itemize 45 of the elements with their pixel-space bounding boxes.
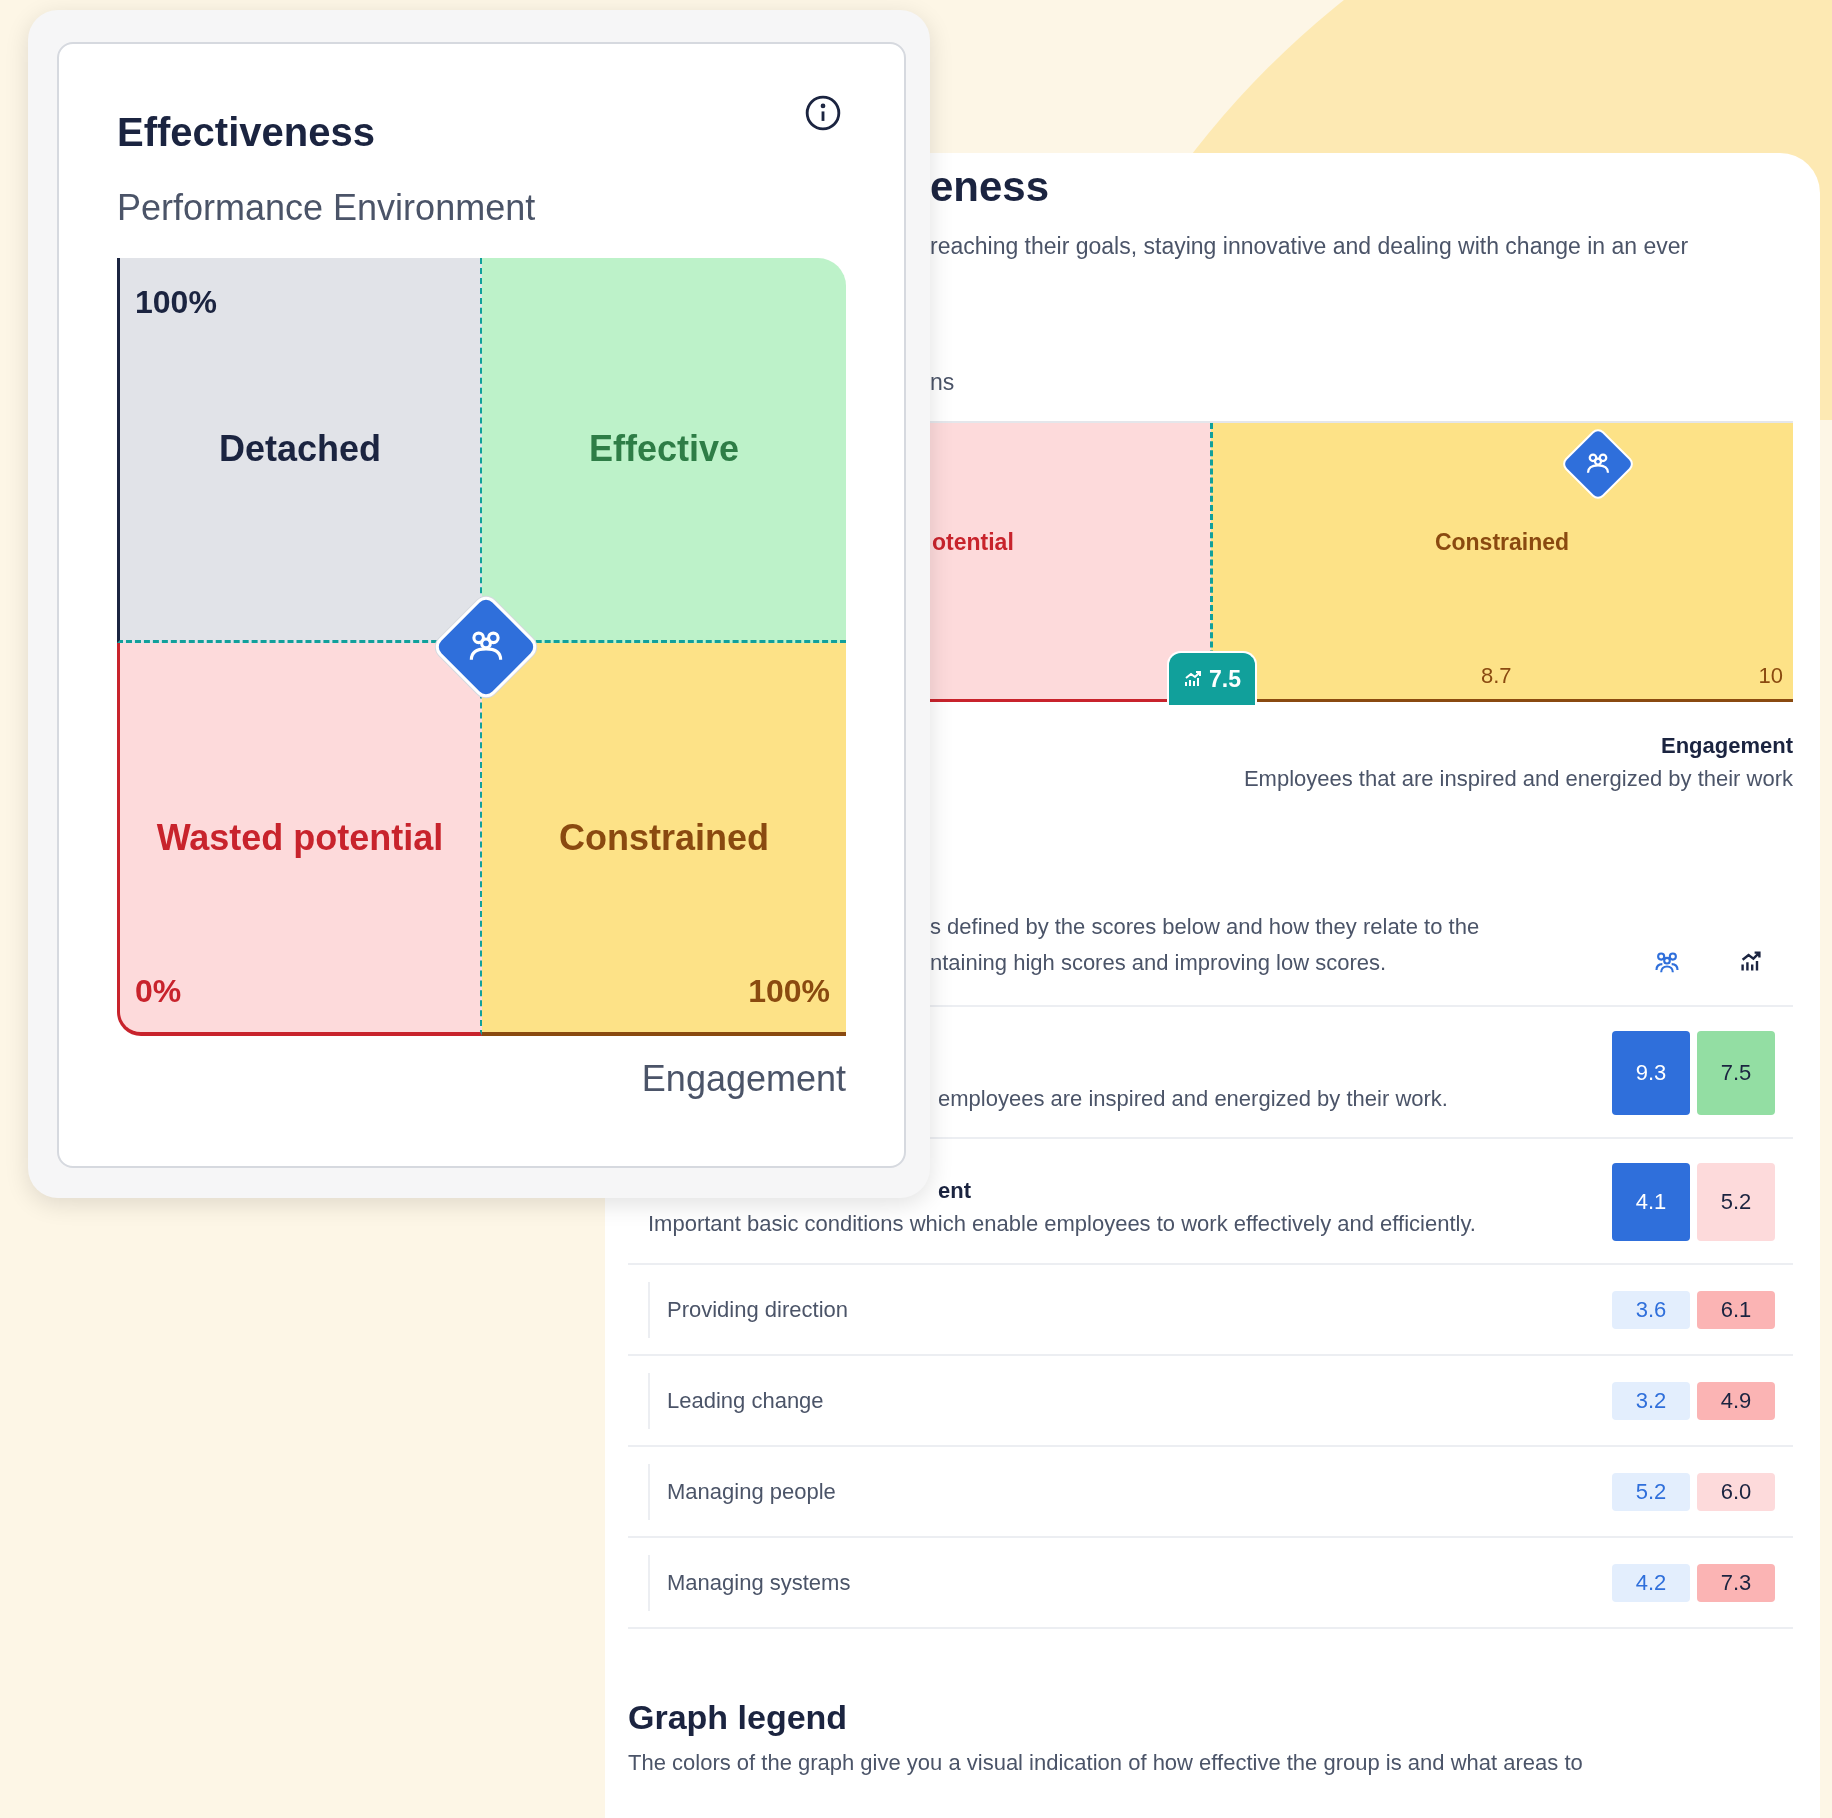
row-description: Important basic conditions which enable employees to work effectively and efficiently. [648,1210,1477,1238]
intro-text: ntaining high scores and improving low scores. [930,949,1388,977]
benchmark-badge: 7.5 [1167,651,1257,705]
quadrant-label: Effective [588,428,740,470]
score-cell: 3.6 [1612,1290,1690,1329]
card-title: Effectiveness [117,109,375,156]
score-cell: 5.2 [1697,1163,1775,1241]
row-label: Providing direction [648,1281,1605,1338]
zone-label: otential [932,529,1014,556]
score-cell: 6.0 [1697,1472,1775,1511]
row-description: employees are inspired and energized by their work. [938,1085,1449,1113]
score-cell: 7.5 [1697,1031,1775,1115]
score-cell: 6.1 [1697,1290,1775,1329]
axis-value: 0% [135,973,182,1010]
chart-icon [1739,949,1763,973]
axis-value: 100% [135,284,217,321]
row-label: Managing people [648,1463,1605,1520]
axis-description: Employees that are inspired and energized by their work [1242,765,1793,793]
row-label: Managing systems [648,1554,1605,1611]
axis-title: Engagement [1659,732,1793,760]
axis-title: Engagement [640,1058,846,1100]
intro-text: s defined by the scores below and how they relate to the [930,913,1481,941]
card-subtitle: Performance Environment [117,186,537,230]
quadrant-label: Wasted potential [156,816,444,859]
tick-label: 10 [1758,663,1783,689]
section-description: reaching their goals, staying innovative and dealing with change in an ever [930,232,1690,261]
quadrant-label: Constrained [559,816,769,859]
legend-text: The colors of the graph give you a visual indication of how effective the group is and what areas to [628,1749,1584,1777]
score-cell: 5.2 [1612,1472,1690,1511]
score-cell: 4.2 [1612,1563,1690,1602]
score-cell: 3.2 [1612,1381,1690,1420]
tick-label: 8.7 [1481,663,1512,689]
info-icon[interactable] [804,94,842,132]
score-cell: 4.9 [1697,1381,1775,1420]
section-title: eness [930,163,1051,211]
axis-value: 100% [748,973,830,1010]
legend-title: Graph legend [628,1697,849,1738]
zone-label: Constrained [1434,529,1570,556]
quadrant-label: Detached [218,428,382,470]
score-cell: 4.1 [1612,1163,1690,1241]
score-cell: 9.3 [1612,1031,1690,1115]
section-label: ns [930,368,956,397]
row-label: Leading change [648,1372,1605,1429]
row-title: ent [937,1177,972,1205]
score-cell: 7.3 [1697,1563,1775,1602]
